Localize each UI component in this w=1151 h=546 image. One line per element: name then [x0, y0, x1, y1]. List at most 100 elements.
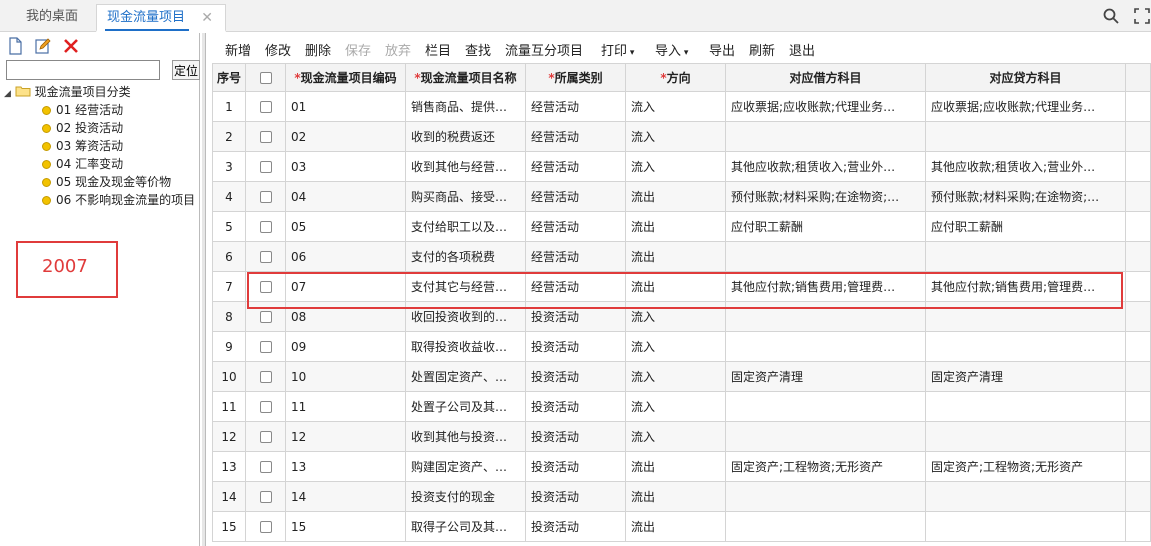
cell-debit[interactable]: [725, 391, 926, 422]
cell-code[interactable]: 11: [285, 391, 406, 422]
cell-code[interactable]: 07: [285, 271, 406, 302]
cell-category[interactable]: 投资活动: [525, 511, 626, 542]
cell-credit[interactable]: 应收票据;应收账款;代理业务…: [925, 91, 1126, 122]
cell-name[interactable]: 销售商品、提供…: [405, 91, 526, 122]
cell-select[interactable]: [245, 481, 286, 512]
cell-code[interactable]: 06: [285, 241, 406, 272]
cell-name[interactable]: 取得投资收益收…: [405, 331, 526, 362]
discard-button[interactable]: 放弃: [385, 40, 411, 59]
row-checkbox[interactable]: [259, 371, 272, 383]
cell-select[interactable]: [245, 241, 286, 272]
cell-category[interactable]: 投资活动: [525, 451, 626, 482]
table-row[interactable]: 2 02 收到的税费返还 经营活动 流入: [212, 121, 1151, 152]
table-row[interactable]: 4 04 购买商品、接受… 经营活动 流出 预付账款;材料采购;在途物资;… 预付账款;材料…: [212, 181, 1151, 212]
locate-button[interactable]: 定位: [172, 60, 200, 80]
table-row[interactable]: 9 09 取得投资收益收… 投资活动 流入: [212, 331, 1151, 362]
table-row[interactable]: 11 11 处置子公司及其… 投资活动 流入: [212, 391, 1151, 422]
cell-seq[interactable]: 15: [212, 511, 246, 542]
cell-credit[interactable]: [925, 481, 1126, 512]
cell-select[interactable]: [245, 451, 286, 482]
cell-debit[interactable]: 预付账款;材料采购;在途物资;…: [725, 181, 926, 212]
cell-credit[interactable]: 固定资产;工程物资;无形资产: [925, 451, 1126, 482]
cell-code[interactable]: 09: [285, 331, 406, 362]
cell-direction[interactable]: 流入: [625, 421, 726, 452]
cell-seq[interactable]: 7: [212, 271, 246, 302]
cell-name[interactable]: 投资支付的现金: [405, 481, 526, 512]
cell-name[interactable]: 处置子公司及其…: [405, 391, 526, 422]
cell-seq[interactable]: 13: [212, 451, 246, 482]
cell-category[interactable]: 投资活动: [525, 301, 626, 332]
cell-select[interactable]: [245, 151, 286, 182]
header-direction[interactable]: *方向: [625, 63, 726, 92]
fullscreen-icon[interactable]: [1133, 7, 1151, 25]
cell-debit[interactable]: [725, 301, 926, 332]
cell-name[interactable]: 收到其他与投资…: [405, 421, 526, 452]
cell-select[interactable]: [245, 181, 286, 212]
edit-button[interactable]: 修改: [265, 40, 291, 59]
new-file-icon[interactable]: [6, 37, 24, 55]
tree-item-non-cash[interactable]: 06 不影响现金流量的项目: [4, 191, 195, 209]
cell-seq[interactable]: 1: [212, 91, 246, 122]
row-checkbox[interactable]: [259, 521, 272, 533]
search-icon[interactable]: [1102, 7, 1120, 25]
row-checkbox[interactable]: [259, 281, 272, 293]
row-checkbox[interactable]: [259, 311, 272, 323]
import-button[interactable]: 导入 ▾: [655, 40, 688, 59]
cell-code[interactable]: 05: [285, 211, 406, 242]
cell-credit[interactable]: [925, 121, 1126, 152]
save-button[interactable]: 保存: [345, 40, 371, 59]
columns-button[interactable]: 栏目: [425, 40, 451, 59]
cell-direction[interactable]: 流出: [625, 511, 726, 542]
tree-root[interactable]: ◢ 现金流量项目分类: [4, 83, 195, 101]
cell-category[interactable]: 投资活动: [525, 421, 626, 452]
cell-credit[interactable]: 其他应付款;销售费用;管理费…: [925, 271, 1126, 302]
locate-input[interactable]: [6, 60, 160, 80]
cell-code[interactable]: 02: [285, 121, 406, 152]
cell-direction[interactable]: 流入: [625, 361, 726, 392]
cell-select[interactable]: [245, 331, 286, 362]
cell-select[interactable]: [245, 91, 286, 122]
cell-category[interactable]: 投资活动: [525, 391, 626, 422]
delete-button[interactable]: 删除: [305, 40, 331, 59]
cell-direction[interactable]: 流出: [625, 451, 726, 482]
table-row[interactable]: 8 08 收回投资收到的… 投资活动 流入: [212, 301, 1151, 332]
table-row[interactable]: 10 10 处置固定资产、… 投资活动 流入 固定资产清理 固定资产清理: [212, 361, 1151, 392]
table-row[interactable]: 13 13 购建固定资产、… 投资活动 流出 固定资产;工程物资;无形资产 固定资产;工程物…: [212, 451, 1151, 482]
cell-select[interactable]: [245, 511, 286, 542]
cell-seq[interactable]: 6: [212, 241, 246, 272]
cell-debit[interactable]: [725, 121, 926, 152]
cell-category[interactable]: 经营活动: [525, 211, 626, 242]
cell-credit[interactable]: [925, 241, 1126, 272]
cell-select[interactable]: [245, 271, 286, 302]
cell-debit[interactable]: 其他应付款;销售费用;管理费…: [725, 271, 926, 302]
delete-icon[interactable]: [62, 37, 80, 55]
cell-direction[interactable]: 流入: [625, 91, 726, 122]
cell-code[interactable]: 03: [285, 151, 406, 182]
row-checkbox[interactable]: [259, 101, 272, 113]
cell-debit[interactable]: 其他应收款;租赁收入;营业外…: [725, 151, 926, 182]
cell-name[interactable]: 支付其它与经营…: [405, 271, 526, 302]
cell-category[interactable]: 经营活动: [525, 181, 626, 212]
refresh-button[interactable]: 刷新: [749, 40, 775, 59]
cell-code[interactable]: 10: [285, 361, 406, 392]
exit-button[interactable]: 退出: [789, 40, 815, 59]
cell-name[interactable]: 购买商品、接受…: [405, 181, 526, 212]
cell-debit[interactable]: [725, 511, 926, 542]
cell-direction[interactable]: 流入: [625, 121, 726, 152]
cell-name[interactable]: 处置固定资产、…: [405, 361, 526, 392]
row-checkbox[interactable]: [259, 131, 272, 143]
tree-item-exchange-rate[interactable]: 04 汇率变动: [4, 155, 195, 173]
cell-select[interactable]: [245, 211, 286, 242]
tab-cash-flow-items[interactable]: 现金流量项目 ✕: [96, 4, 226, 32]
tree-item-cash-equivalents[interactable]: 05 现金及现金等价物: [4, 173, 195, 191]
cell-credit[interactable]: [925, 301, 1126, 332]
select-all-checkbox[interactable]: [259, 72, 272, 84]
cell-direction[interactable]: 流出: [625, 181, 726, 212]
cell-select[interactable]: [245, 391, 286, 422]
table-row[interactable]: 1 01 销售商品、提供… 经营活动 流入 应收票据;应收账款;代理业务… 应收票据;应收账…: [212, 91, 1151, 122]
table-row[interactable]: 15 15 取得子公司及其… 投资活动 流出: [212, 511, 1151, 542]
header-name[interactable]: *现金流量项目名称: [405, 63, 526, 92]
cell-select[interactable]: [245, 121, 286, 152]
cell-seq[interactable]: 14: [212, 481, 246, 512]
cell-seq[interactable]: 12: [212, 421, 246, 452]
